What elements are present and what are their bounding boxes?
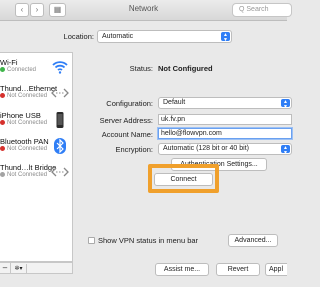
- configuration-label: Configuration:: [106, 99, 153, 108]
- status-dot-icon: [0, 172, 5, 177]
- encryption-value: Automatic (128 bit or 40 bit): [163, 145, 249, 152]
- search-field[interactable]: Q Search: [232, 3, 292, 17]
- status-dot-icon: [0, 67, 5, 72]
- status-dot-icon: [0, 146, 5, 151]
- service-status: Connected: [0, 67, 36, 73]
- status-value: Not Configured: [158, 64, 213, 73]
- encryption-select[interactable]: Automatic (128 bit or 40 bit) ▲ ▼: [158, 143, 292, 156]
- advanced-button[interactable]: Advanced...: [228, 234, 278, 247]
- bridge-arrows-icon: [51, 167, 69, 177]
- title-bar: ‹ › ▦ Network Q Search: [0, 0, 292, 21]
- configuration-select[interactable]: Default ▲ ▼: [158, 97, 292, 110]
- location-value: Automatic: [102, 33, 134, 40]
- service-name: iPhone USB: [0, 111, 41, 120]
- service-status: Not Connected: [0, 172, 47, 178]
- select-caret-icon: ▲ ▼: [221, 32, 230, 43]
- service-status: Not Connected: [0, 120, 47, 126]
- service-name: Wi-Fi: [0, 58, 18, 67]
- service-status: Not Connected: [0, 146, 47, 152]
- service-item-thunderbolt-ethernet[interactable]: Thund…Ethernet Not Connected: [0, 82, 72, 108]
- status-label: Status:: [129, 64, 153, 73]
- server-address-label: Server Address:: [99, 116, 153, 125]
- status-dot-icon: [0, 93, 5, 98]
- bottom-action-bar: Assist me... Revert Appl: [0, 262, 287, 287]
- service-item-thunderbolt-bridge[interactable]: Thund…lt Bridge Not Connected: [0, 161, 72, 187]
- bluetooth-icon: [54, 138, 66, 154]
- select-caret-icon: ▲ ▼: [281, 99, 290, 110]
- encryption-label: Encryption:: [115, 145, 153, 154]
- location-select[interactable]: Automatic ▲ ▼: [97, 30, 232, 43]
- show-vpn-status-checkbox[interactable]: Show VPN status in menu bar: [88, 236, 198, 245]
- ethernet-arrows-icon: [51, 88, 69, 98]
- location-row: Location: Automatic ▲ ▼: [0, 30, 287, 44]
- account-name-field[interactable]: hello@flowvpn.com: [158, 128, 292, 139]
- service-name: Thund…Ethernet: [0, 84, 58, 93]
- wifi-icon: [52, 61, 68, 74]
- service-item-iphone-usb[interactable]: iPhone USB Not Connected: [0, 109, 72, 135]
- location-label: Location:: [63, 32, 94, 41]
- service-item-wifi[interactable]: Wi-Fi Connected: [0, 56, 72, 82]
- service-name: Bluetooth PAN: [0, 137, 49, 146]
- service-status: Not Connected: [0, 93, 47, 99]
- connect-button[interactable]: Connect: [154, 173, 213, 186]
- show-vpn-status-label: Show VPN status in menu bar: [98, 236, 199, 245]
- configuration-value: Default: [163, 99, 186, 106]
- assist-me-button[interactable]: Assist me...: [155, 263, 209, 276]
- service-name: Thund…lt Bridge: [0, 163, 57, 172]
- account-name-label: Account Name:: [101, 130, 153, 139]
- checkbox-box[interactable]: [88, 237, 95, 244]
- apply-button[interactable]: Appl: [265, 263, 287, 276]
- iphone-icon: [56, 112, 64, 128]
- status-dot-icon: [0, 120, 5, 125]
- select-caret-icon: ▲ ▼: [281, 145, 290, 156]
- server-address-field[interactable]: uk.fv.pn: [158, 114, 292, 125]
- detail-pane: Status: Not Configured Configuration: De…: [80, 52, 292, 262]
- revert-button[interactable]: Revert: [216, 263, 260, 276]
- services-list: Wi-Fi Connected Thund…Ethernet Not Conne…: [0, 52, 73, 262]
- service-item-bluetooth-pan[interactable]: Bluetooth PAN Not Connected: [0, 135, 72, 161]
